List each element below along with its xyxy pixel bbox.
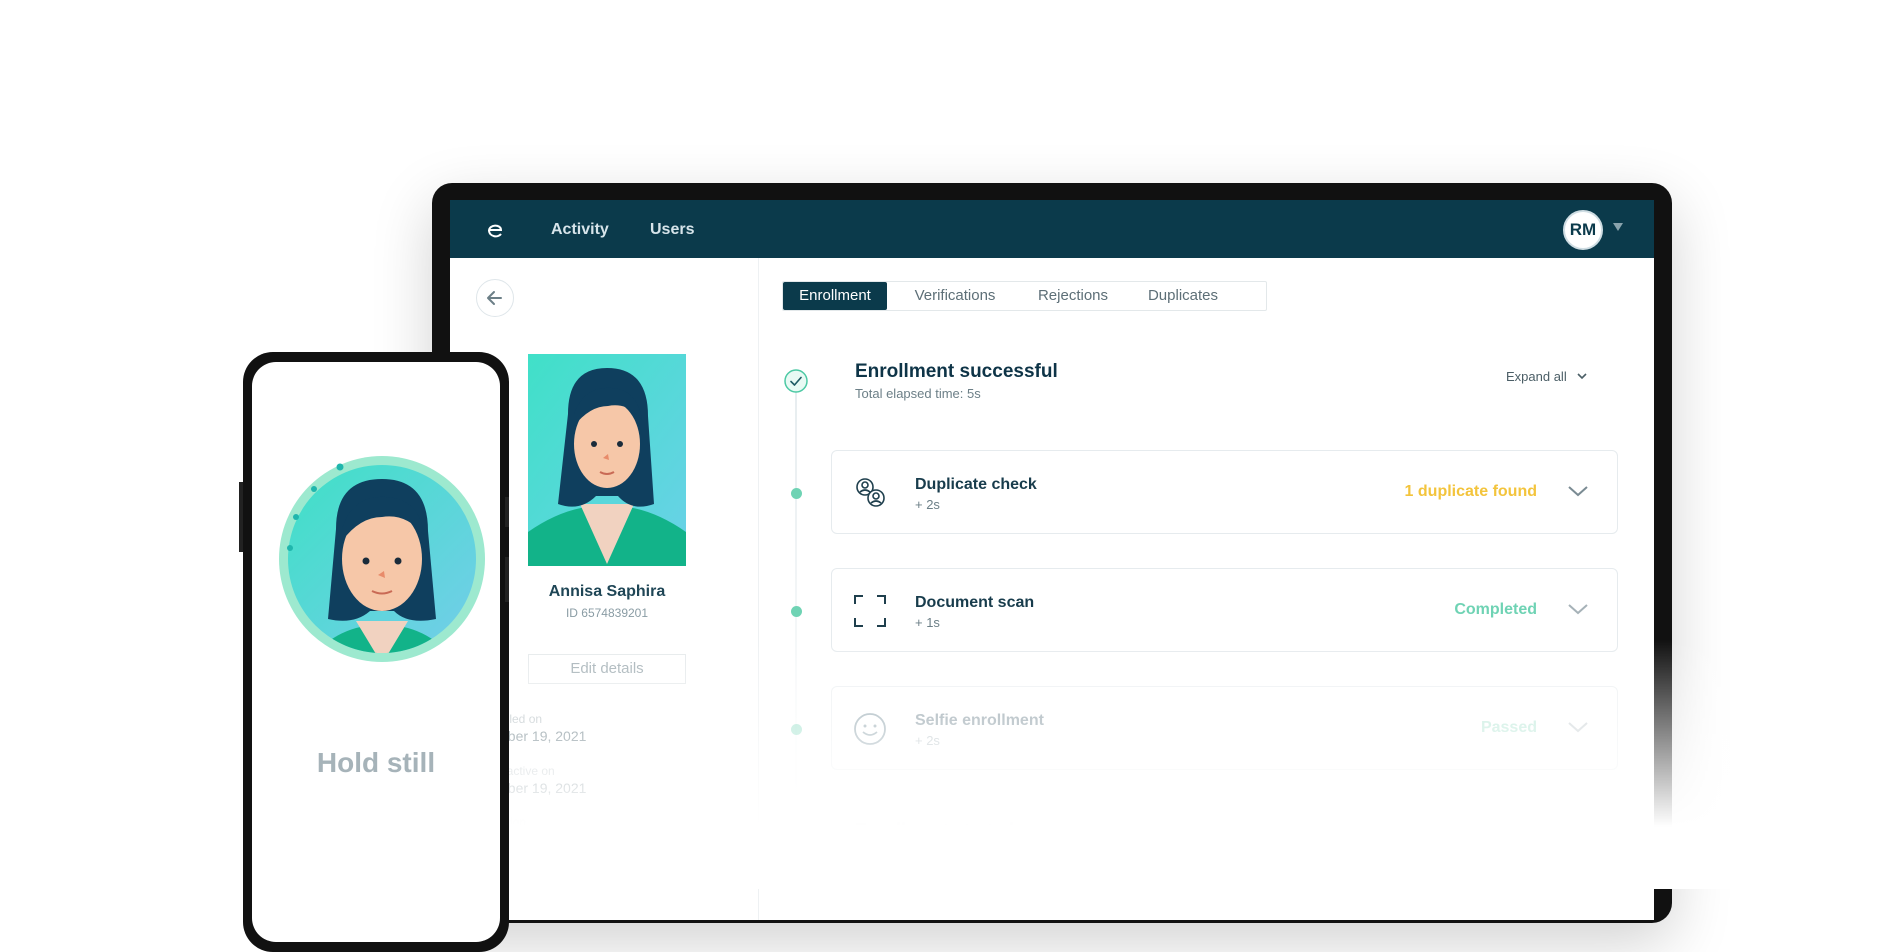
timeline-dot [791,724,802,735]
laptop-frame: Activity Users RM Annisa Saphira ID 6574… [432,183,1672,923]
check-circle-icon [784,369,808,393]
tab-enrollment[interactable]: Enrollment [783,282,887,310]
face-capture-graphic [279,456,485,662]
step-card-document-scan[interactable]: Document scan + 1s Completed [831,568,1618,652]
user-photo [528,354,686,566]
step-card-duplicate-check[interactable]: Duplicate check + 2s 1 duplicate found [831,450,1618,534]
elapsed-time: Total elapsed time: 5s [855,386,981,401]
nav-link-users[interactable]: Users [650,221,694,239]
timeline-dot [791,488,802,499]
chevron-down-icon[interactable] [1567,484,1589,498]
scan-frame-icon [854,595,886,627]
phone-frame: Hold still [239,352,509,952]
user-id: ID 6574839201 [565,606,649,620]
timeline-line [795,377,797,817]
phone-side-button [239,482,243,552]
step-title: Selfie enrollment [915,712,1044,729]
step-status: 1 duplicate found [1404,483,1537,500]
tab-rejections[interactable]: Rejections [1023,282,1123,310]
phone-side-button [505,497,509,527]
top-navbar: Activity Users RM [450,200,1654,258]
logo-icon[interactable] [486,218,504,240]
enrolled-on-value: ober 19, 2021 [500,728,587,744]
edit-details-button[interactable]: Edit details [528,654,686,684]
chevron-down-icon[interactable] [1576,370,1588,382]
tab-bar: Enrollment Verifications Rejections Dupl… [782,281,1267,311]
app-screen: Activity Users RM Annisa Saphira ID 6574… [450,200,1654,920]
caret-down-icon[interactable] [1613,223,1623,231]
step-delta: + 2s [915,733,940,748]
timeline-dot [791,606,802,617]
step-card-selfie-enrollment[interactable]: Selfie enrollment + 2s Passed [831,686,1618,770]
nav-link-activity[interactable]: Activity [551,221,609,239]
back-button[interactable] [476,279,514,317]
last-active-value: ober 19, 2021 [500,780,587,796]
enrollment-status-title: Enrollment successful [855,361,1058,382]
avatar[interactable]: RM [1563,210,1603,250]
step-title: Duplicate check [915,476,1037,493]
users-icon [856,478,885,507]
phone-side-button [505,557,509,602]
tab-verifications[interactable]: Verifications [896,282,1014,310]
step-delta: + 1s [915,615,940,630]
chevron-down-icon[interactable] [1567,720,1589,734]
enrollment-started-title: Enrollment started [855,820,1015,840]
step-status: Passed [1480,719,1537,736]
arrow-left-icon [487,291,502,305]
step-delta: + 2s [915,497,940,512]
smiley-icon [854,713,886,745]
step-title: Document scan [915,594,1035,611]
phone-screen: Hold still [252,362,500,942]
capture-prompt: Hold still [316,747,436,778]
expand-all-button[interactable]: Expand all [1506,369,1567,384]
tab-duplicates[interactable]: Duplicates [1133,282,1233,310]
step-status: Completed [1454,601,1537,618]
enrollment-started-time: October 19, 2021 09:16 [855,843,982,857]
chevron-down-icon[interactable] [1567,602,1589,616]
user-name: Annisa Saphira [548,583,666,600]
